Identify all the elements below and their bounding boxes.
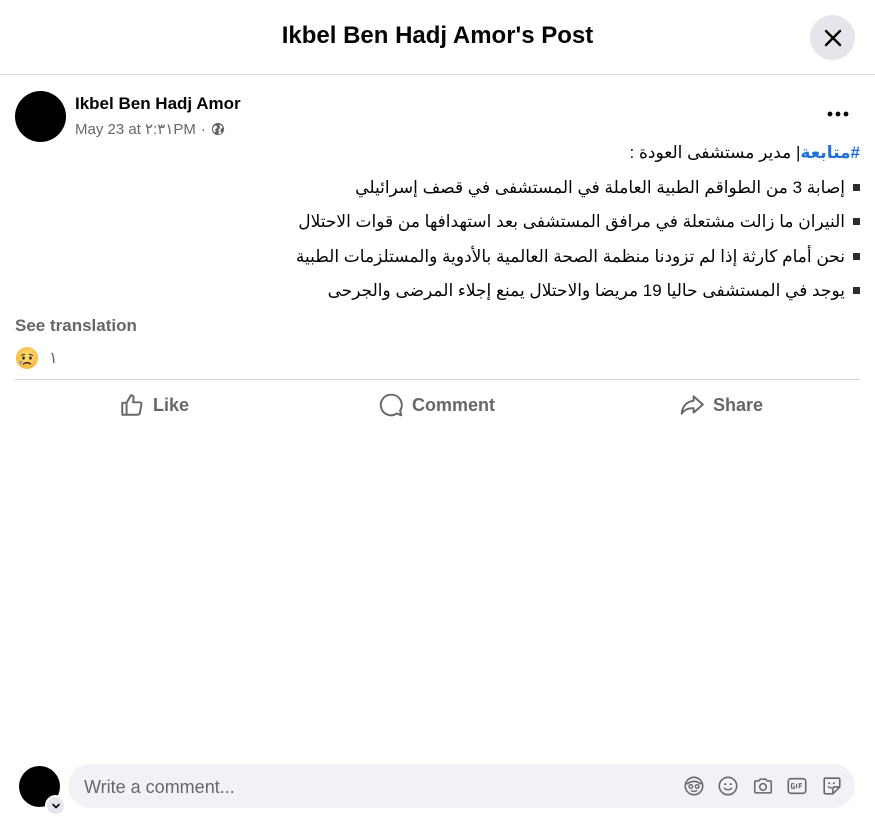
chevron-down-icon xyxy=(51,803,60,808)
close-button[interactable] xyxy=(810,15,855,60)
sticker-icon[interactable] xyxy=(820,775,844,797)
actions-divider xyxy=(15,379,860,380)
dialog-title: Ikbel Ben Hadj Amor's Post xyxy=(281,22,594,49)
post-text: #متابعة| مدير مستشفى العودة : إصابة 3 من… xyxy=(230,136,860,309)
more-options-icon xyxy=(827,111,849,117)
post-date[interactable]: May 23 at ٢:٣١PM xyxy=(75,120,196,138)
post-intro: | مدير مستشفى العودة : xyxy=(629,143,801,162)
reaction-summary[interactable]: ١ xyxy=(15,346,58,370)
comment-icon xyxy=(379,393,403,417)
bullet-text: يوجد في المستشفى حاليا 19 مريضا والاحتلا… xyxy=(327,281,845,300)
bullet-marker xyxy=(853,252,860,260)
bullet-text: النيران ما زالت مشتعلة في مرافق المستشفى… xyxy=(298,212,845,231)
bullet-line: نحن أمام كارثة إذا لم تزودنا منظمة الصحة… xyxy=(230,240,860,275)
author-name[interactable]: Ikbel Ben Hadj Amor xyxy=(75,94,241,114)
gif-icon[interactable] xyxy=(785,775,809,797)
bullet-text: إصابة 3 من الطواقم الطبية العاملة في الم… xyxy=(355,177,845,197)
more-options-button[interactable] xyxy=(820,100,856,128)
bullet-marker xyxy=(853,287,860,295)
bullet-line: النيران ما زالت مشتعلة في مرافق المستشفى… xyxy=(230,205,860,240)
post-intro-line: #متابعة| مدير مستشفى العودة : xyxy=(230,136,860,171)
account-switcher[interactable] xyxy=(45,795,66,816)
comment-input-wrapper xyxy=(68,764,855,810)
camera-icon[interactable] xyxy=(751,775,775,797)
comment-button[interactable]: Comment xyxy=(378,392,495,418)
bullet-marker xyxy=(853,183,860,191)
share-button[interactable]: Share xyxy=(679,392,763,418)
thumbs-up-icon xyxy=(121,394,143,416)
hashtag-link[interactable]: #متابعة xyxy=(800,143,860,162)
share-icon xyxy=(680,395,704,415)
share-label: Share xyxy=(713,394,764,415)
bullet-marker xyxy=(853,218,860,226)
comment-composer xyxy=(0,755,875,832)
dialog-header: Ikbel Ben Hadj Amor's Post xyxy=(0,0,875,75)
like-label: Like xyxy=(153,394,190,415)
bullet-text: نحن أمام كارثة إذا لم تزودنا منظمة الصحة… xyxy=(295,246,845,266)
bullet-line: يوجد في المستشفى حاليا 19 مريضا والاحتلا… xyxy=(230,274,860,309)
reaction-count: ١ xyxy=(49,350,58,367)
see-translation-link[interactable]: See translation xyxy=(15,316,137,336)
post-meta: May 23 at ٢:٣١PM · xyxy=(75,120,225,138)
comment-label: Comment xyxy=(412,394,496,415)
comment-input[interactable] xyxy=(82,764,646,810)
close-icon xyxy=(824,29,841,46)
sad-emoji-icon xyxy=(16,347,38,369)
avatar-sticker-icon[interactable] xyxy=(682,775,706,797)
bullet-line: إصابة 3 من الطواقم الطبية العاملة في الم… xyxy=(230,171,860,206)
author-avatar[interactable] xyxy=(15,91,66,142)
emoji-icon[interactable] xyxy=(716,775,740,797)
like-button[interactable]: Like xyxy=(119,392,189,418)
globe-icon[interactable] xyxy=(211,122,225,136)
meta-separator: · xyxy=(200,120,206,138)
